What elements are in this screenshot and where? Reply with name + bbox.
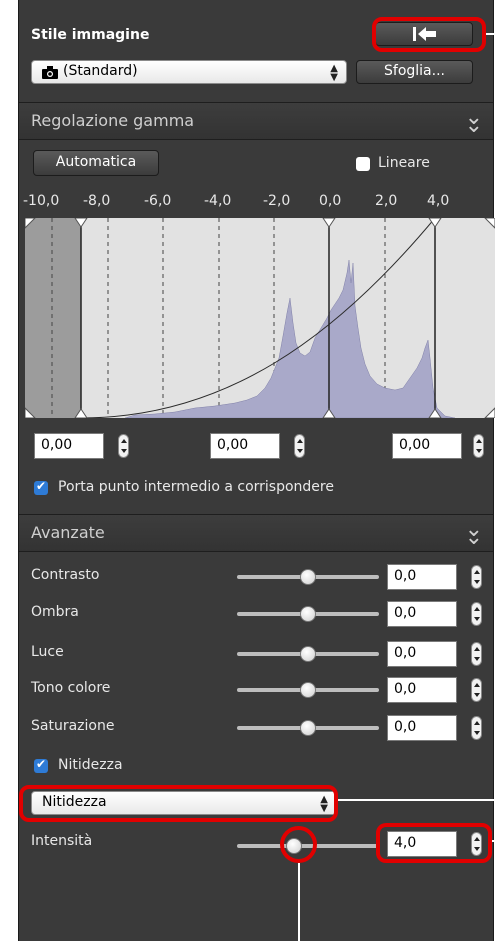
black-point-input[interactable]: 0,00 — [34, 433, 104, 459]
advanced-title: Avanzate — [31, 523, 105, 542]
slider-label: Tono colore — [31, 680, 111, 696]
chevron-double-down-icon[interactable]: ⌄ ⌄ — [465, 519, 483, 563]
link-midpoint-checkbox[interactable] — [34, 479, 48, 495]
tone-curve-tick: 2,0 — [375, 193, 398, 209]
slider-knob[interactable] — [300, 569, 316, 585]
midpoint-stepper-icon[interactable] — [294, 434, 305, 458]
callout-line — [486, 33, 498, 35]
slider-stepper-icon[interactable] — [471, 716, 482, 740]
slider-knob[interactable] — [300, 720, 316, 736]
slider-knob[interactable] — [300, 646, 316, 662]
slider-label: Saturazione — [31, 718, 115, 734]
picture-style-label: Stile immagine — [31, 27, 150, 43]
tone-curve-tick: -6,0 — [144, 193, 172, 209]
slider-label: Contrasto — [31, 567, 100, 583]
slider-value-input[interactable]: 0,0 — [387, 677, 457, 703]
callout-line — [492, 840, 498, 842]
midpoint-input[interactable]: 0,00 — [210, 433, 280, 459]
link-midpoint-label: Porta punto intermedio a corrispondere — [58, 479, 334, 495]
highlight-strength-input — [376, 823, 492, 863]
slider-value-input[interactable]: 0,0 — [387, 564, 457, 590]
chevron-updown-icon: ▲ ▼ — [330, 63, 338, 83]
auto-button[interactable]: Automatica — [33, 150, 159, 176]
slider-stepper-icon[interactable] — [471, 642, 482, 666]
slider-label: Luce — [31, 644, 64, 660]
chevron-double-down-icon[interactable]: ⌄ ⌄ — [465, 107, 483, 151]
highlight-sharpness-dropdown — [19, 785, 338, 822]
slider-knob[interactable] — [300, 606, 316, 622]
slider-knob[interactable] — [300, 682, 316, 698]
slider-value-input[interactable]: 0,0 — [387, 641, 457, 667]
tone-curve-title: Regolazione gamma — [31, 111, 195, 130]
advanced-header[interactable]: Avanzate ⌄ ⌄ — [19, 514, 493, 552]
tone-curve-tick: -4,0 — [204, 193, 232, 209]
tone-curve-tick: -8,0 — [83, 193, 111, 209]
black-point-stepper-icon[interactable] — [118, 434, 129, 458]
linear-label: Lineare — [378, 155, 430, 171]
strength-label: Intensità — [31, 833, 93, 849]
tone-curve-tick: -10,0 — [23, 193, 60, 209]
slider-stepper-icon[interactable] — [471, 602, 482, 626]
picture-style-dropdown[interactable]: (Standard) ▲ ▼ — [31, 60, 347, 84]
highlight-strength-knob — [280, 826, 317, 863]
tone-curve-header[interactable]: Regolazione gamma ⌄ ⌄ — [19, 102, 493, 140]
camera-icon — [42, 66, 58, 79]
slider-value-input[interactable]: 0,0 — [387, 601, 457, 627]
linear-checkbox[interactable] — [356, 157, 370, 171]
tone-curve-tick: 0,0 — [319, 193, 342, 209]
tone-curve-tick: -2,0 — [263, 193, 291, 209]
sharpness-label: Nitidezza — [58, 757, 123, 773]
sharpness-checkbox[interactable] — [34, 757, 48, 773]
white-point-stepper-icon[interactable] — [473, 434, 484, 458]
picture-style-value: (Standard) — [63, 63, 138, 79]
browse-button[interactable]: Sfoglia... — [356, 60, 473, 84]
slider-value-input[interactable]: 0,0 — [387, 715, 457, 741]
highlight-reset-button — [372, 17, 486, 52]
slider-stepper-icon[interactable] — [471, 565, 482, 589]
callout-line — [338, 799, 498, 801]
tone-curve-tick: 4,0 — [427, 193, 450, 209]
slider-label: Ombra — [31, 604, 79, 620]
tone-curve-graph[interactable] — [25, 218, 495, 418]
slider-stepper-icon[interactable] — [471, 678, 482, 702]
callout-line — [298, 863, 300, 941]
white-point-input[interactable]: 0,00 — [392, 433, 462, 459]
